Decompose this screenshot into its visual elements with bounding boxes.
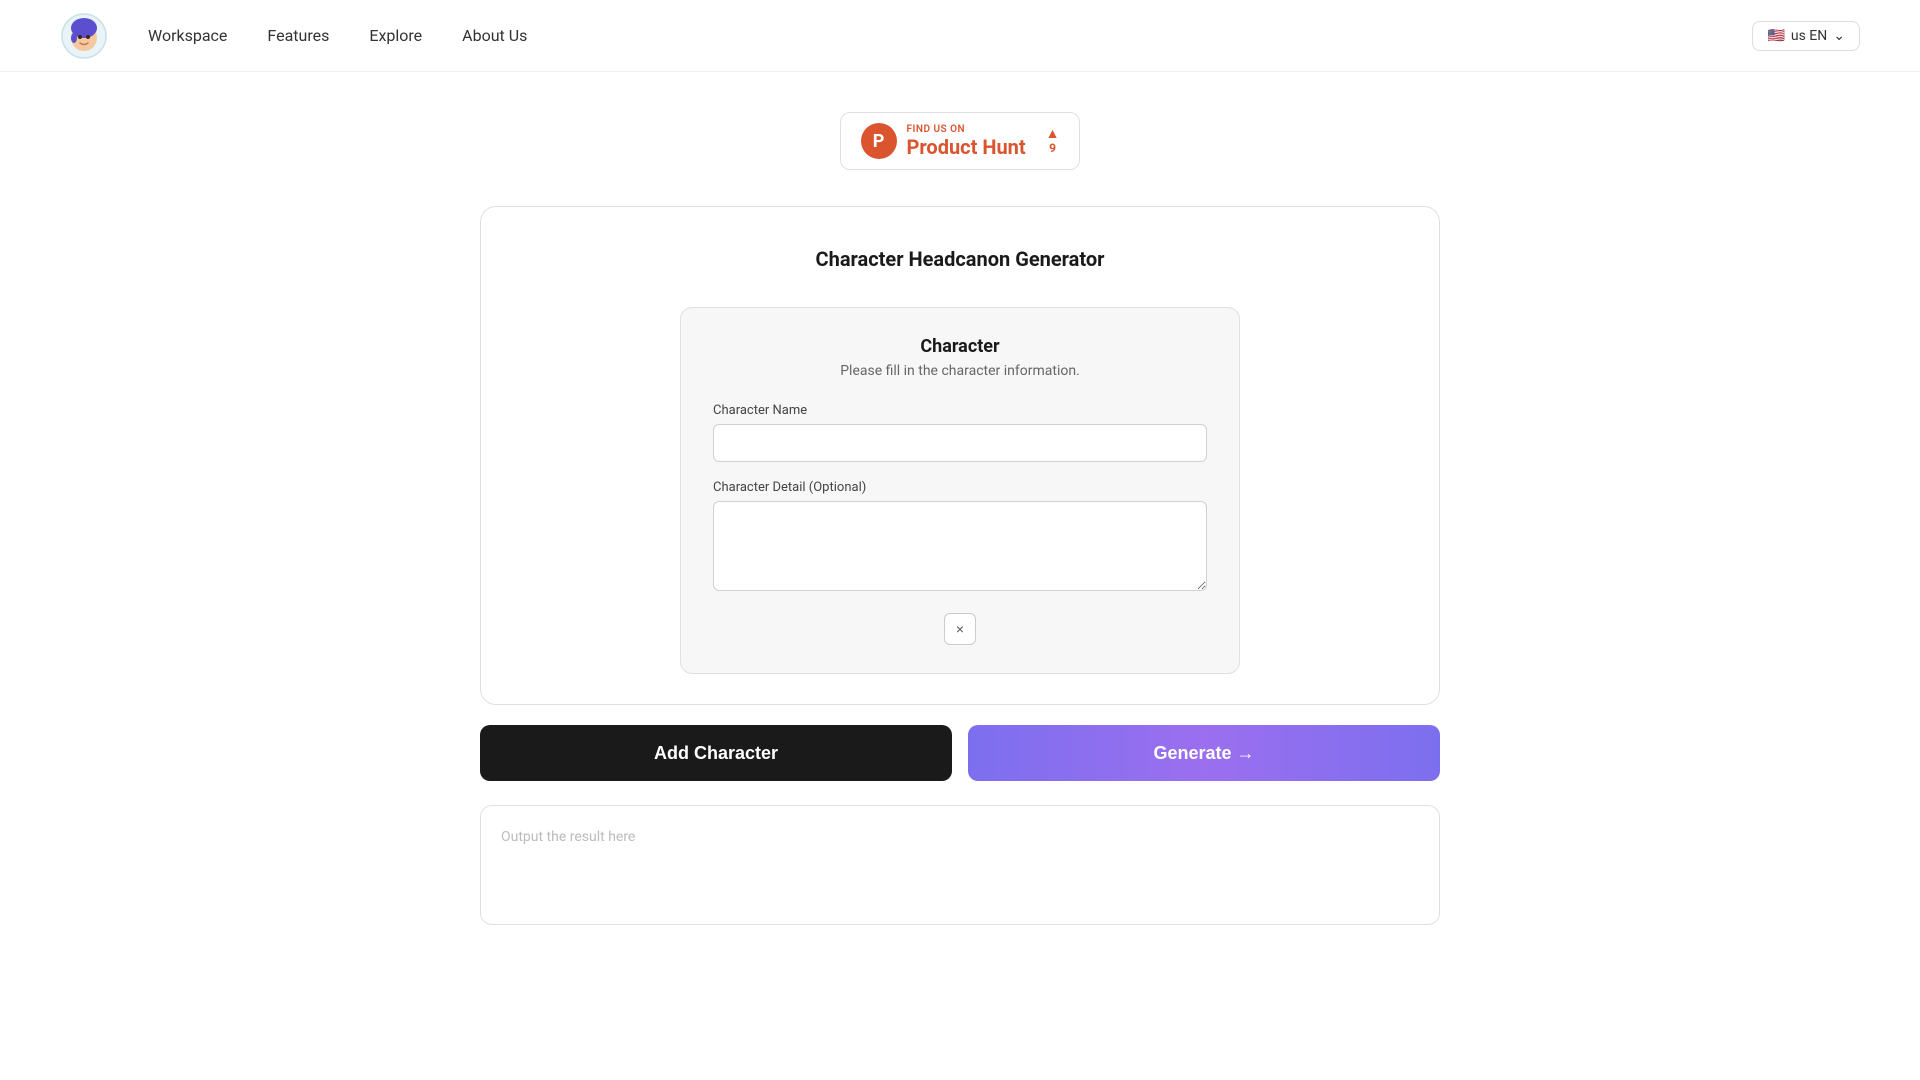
nav-links: Workspace Features Explore About Us — [148, 26, 1752, 45]
product-hunt-icon: P — [861, 123, 897, 159]
vote-arrow-icon: ▲ — [1046, 127, 1060, 141]
product-hunt-text: FIND US ON Product Hunt — [907, 124, 1026, 159]
page-title: Character Headcanon Generator — [521, 247, 1399, 271]
nav-explore[interactable]: Explore — [369, 26, 422, 45]
language-selector[interactable]: 🇺🇸 us EN ⌄ — [1752, 21, 1860, 51]
vote-count: 9 — [1049, 141, 1056, 155]
product-hunt-badge[interactable]: P FIND US ON Product Hunt ▲ 9 — [840, 112, 1081, 170]
generate-button[interactable]: Generate → — [968, 725, 1440, 781]
character-detail-textarea[interactable] — [713, 501, 1207, 591]
lang-label: us EN — [1791, 28, 1827, 44]
flag-icon: 🇺🇸 — [1767, 28, 1784, 44]
nav-about[interactable]: About Us — [462, 26, 527, 45]
character-card: Character Please fill in the character i… — [680, 307, 1240, 674]
find-us-label: FIND US ON — [907, 124, 1026, 135]
navbar: Workspace Features Explore About Us 🇺🇸 u… — [0, 0, 1920, 72]
character-detail-label: Character Detail (Optional) — [713, 480, 1207, 495]
character-detail-group: Character Detail (Optional) — [713, 480, 1207, 595]
nav-workspace[interactable]: Workspace — [148, 26, 227, 45]
card-subtitle: Please fill in the character information… — [713, 363, 1207, 379]
product-hunt-votes: ▲ 9 — [1046, 127, 1060, 155]
product-hunt-name: Product Hunt — [907, 135, 1026, 159]
output-area: Output the result here — [480, 805, 1440, 925]
character-name-input[interactable] — [713, 424, 1207, 462]
bottom-buttons: Add Character Generate → — [480, 725, 1440, 781]
nav-features[interactable]: Features — [267, 26, 329, 45]
remove-btn-container: × — [713, 613, 1207, 645]
card-area: Character Headcanon Generator Character … — [480, 206, 1440, 705]
add-character-button[interactable]: Add Character — [480, 725, 952, 781]
main-content: P FIND US ON Product Hunt ▲ 9 Character … — [0, 72, 1920, 985]
card-title: Character — [713, 336, 1207, 357]
character-name-group: Character Name — [713, 403, 1207, 462]
remove-character-button[interactable]: × — [944, 613, 976, 645]
app-logo[interactable] — [60, 12, 108, 60]
chevron-down-icon: ⌄ — [1833, 28, 1845, 44]
character-name-label: Character Name — [713, 403, 1207, 418]
output-placeholder: Output the result here — [501, 829, 635, 845]
